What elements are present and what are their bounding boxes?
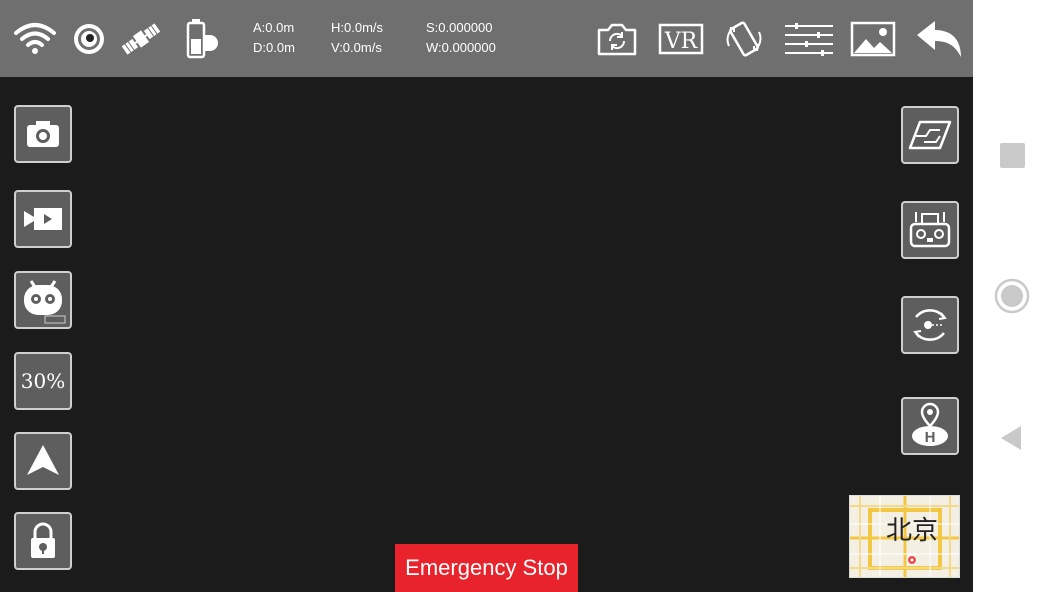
telemetry-altitude-distance: A:0.0m D:0.0m	[253, 18, 295, 58]
altitude-readout: A:0.0m	[253, 20, 295, 35]
telemetry-speed: H:0.0m/s V:0.0m/s	[331, 18, 383, 58]
return-home-icon[interactable]: H	[901, 397, 959, 455]
camera-icon[interactable]	[14, 105, 72, 163]
longitude-readout: W:0.000000	[426, 40, 496, 55]
video-icon[interactable]	[14, 190, 72, 248]
takeoff-arrow-icon[interactable]	[14, 432, 72, 490]
speed-button[interactable]: 30%	[14, 352, 72, 410]
vr-icon[interactable]: VR	[657, 22, 705, 56]
map-city-label: 北京	[886, 516, 939, 546]
top-status-bar: A:0.0m D:0.0m H:0.0m/s V:0.0m/s S:0.0000…	[0, 0, 973, 77]
svg-text:H: H	[925, 429, 936, 446]
android-navigation-bar	[973, 0, 1052, 592]
robot-face-icon[interactable]	[14, 271, 72, 329]
camera-lens-icon	[70, 20, 108, 58]
gallery-icon[interactable]	[849, 18, 897, 60]
orbit-icon[interactable]	[901, 296, 959, 354]
latitude-readout: S:0.000000	[426, 20, 493, 35]
distance-readout: D:0.0m	[253, 40, 295, 55]
emergency-stop-button[interactable]: Emergency Stop	[395, 544, 578, 592]
battery-icon	[183, 16, 223, 62]
back-icon[interactable]	[914, 16, 964, 60]
lock-icon[interactable]	[14, 512, 72, 570]
horizontal-speed-readout: H:0.0m/s	[331, 20, 384, 35]
home-icon[interactable]	[994, 278, 1030, 314]
back-nav-icon[interactable]	[999, 424, 1023, 452]
drone-app: A:0.0m D:0.0m H:0.0m/s V:0.0m/s S:0.0000…	[0, 0, 973, 592]
speed-label: 30%	[20, 369, 66, 393]
wifi-icon	[12, 20, 58, 56]
svg-text:VR: VR	[664, 29, 699, 54]
recents-icon[interactable]	[1000, 143, 1025, 168]
telemetry-coordinates: S:0.000000 W:0.000000	[426, 18, 496, 58]
vertical-speed-readout: V:0.0m/s	[331, 40, 382, 55]
settings-sliders-icon[interactable]	[782, 19, 836, 59]
flight-path-icon[interactable]	[901, 106, 959, 164]
remote-controller-icon[interactable]	[901, 201, 959, 259]
rotate-device-icon[interactable]	[720, 15, 768, 63]
satellite-icon	[118, 18, 164, 60]
minimap[interactable]: 北京	[849, 495, 960, 578]
switch-camera-icon[interactable]	[594, 18, 640, 60]
